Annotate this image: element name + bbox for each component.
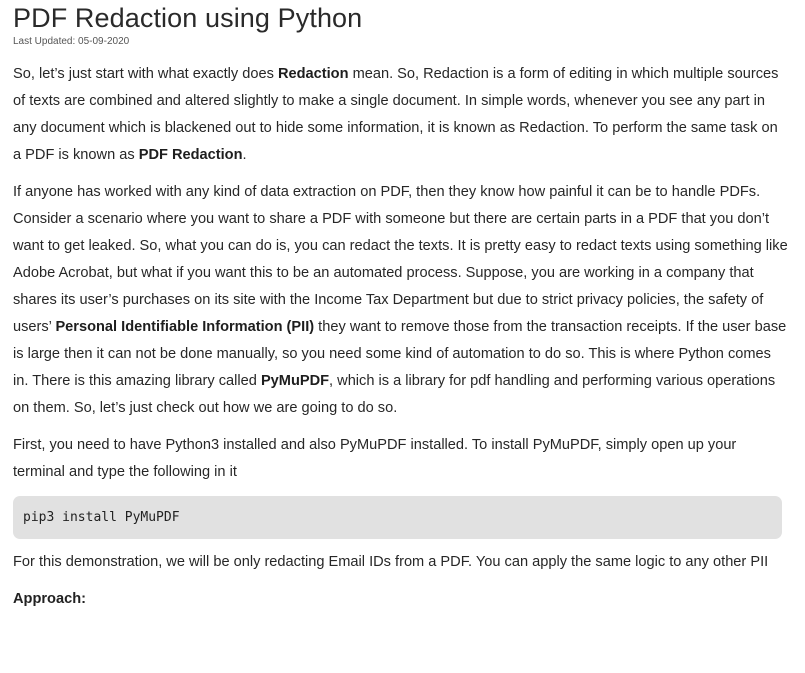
scenario-text-1: If anyone has worked with any kind of da… — [13, 184, 788, 335]
demo-paragraph: For this demonstration, we will be only … — [13, 554, 769, 570]
intro-text-1: So, let’s just start with what exactly d… — [13, 66, 278, 82]
term-redaction: Redaction — [277, 66, 349, 82]
approach-heading: Approach: — [13, 591, 86, 607]
intro-text-3: . — [242, 147, 247, 163]
article: PDF Redaction using Python Last Updated:… — [13, 0, 788, 613]
install-command[interactable]: pip3 install PyMuPDF — [23, 510, 180, 525]
install-paragraph: First, you need to have Python3 installe… — [13, 437, 737, 480]
term-pii: Personal Identifiable Information (PII) — [55, 319, 315, 335]
article-title: PDF Redaction using Python — [13, 3, 363, 33]
term-pdf-redaction: PDF Redaction — [138, 147, 243, 163]
last-updated-date: Last Updated: 05-09-2020 — [13, 36, 130, 47]
intro-paragraph: So, let’s just start with what exactly d… — [13, 61, 788, 169]
term-pymupdf: PyMuPDF — [260, 373, 330, 389]
install-code-block[interactable]: pip3 install PyMuPDF — [13, 496, 782, 539]
scenario-paragraph: If anyone has worked with any kind of da… — [13, 179, 788, 422]
